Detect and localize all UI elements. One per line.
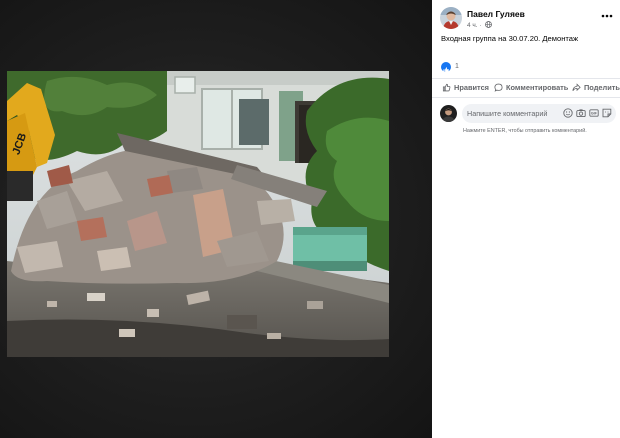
comment-label: Комментировать [506,83,569,92]
camera-icon[interactable] [576,108,586,118]
comment-box: GIF [462,104,616,123]
sticker-icon[interactable] [602,108,612,118]
share-button[interactable]: Поделиться [572,83,620,92]
post-side-panel: Павел Гуляев 4 ч. · Входная группа на 30… [432,0,620,438]
comment-composer: GIF [440,104,616,124]
photo-viewer: JCB [0,0,432,438]
svg-text:GIF: GIF [591,112,598,116]
more-options-icon[interactable] [600,11,614,21]
comment-tools: GIF [560,108,612,118]
author-avatar[interactable] [440,7,462,29]
gif-icon[interactable]: GIF [589,108,599,118]
post-header: Павел Гуляев 4 ч. · [440,7,616,31]
post-photo[interactable]: JCB [7,71,389,357]
like-label: Нравится [454,83,489,92]
post-actions-bar: Нравится Комментировать Поделиться [432,78,620,98]
comment-hint: Нажмите ENTER, чтобы отправить комментар… [463,128,587,134]
share-icon [572,83,581,92]
thumbs-up-icon [442,83,451,92]
share-label: Поделиться [584,83,620,92]
post-caption: Входная группа на 30.07.20. Демонтаж [441,34,579,43]
post-time[interactable]: 4 ч. [467,22,478,29]
author-name[interactable]: Павел Гуляев [467,9,525,19]
comment-button[interactable]: Комментировать [494,83,568,92]
reaction-count: 1 [455,63,459,70]
post-meta: 4 ч. · [467,21,493,29]
comment-input[interactable] [467,106,547,120]
like-reaction-icon [441,62,451,73]
like-button[interactable]: Нравится [442,83,489,92]
viewer-avatar [440,105,457,122]
emoji-icon[interactable] [563,108,573,118]
globe-icon [485,21,493,28]
comment-icon [494,83,503,92]
